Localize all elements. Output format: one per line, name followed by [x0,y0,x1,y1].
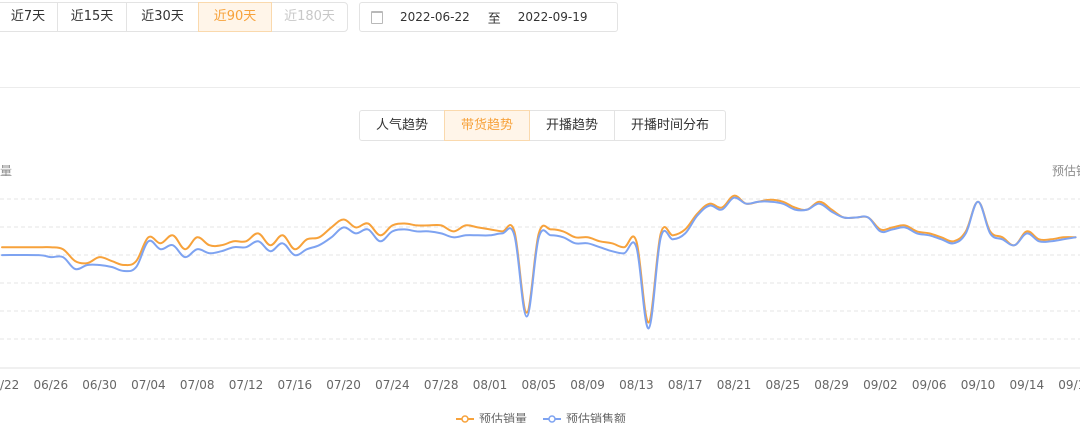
legend-label: 预估销量 [479,412,527,423]
y-axis-right-label: 预估销 [1052,164,1080,178]
x-tick-label: 08/09 [570,378,605,392]
tab-popularity-trend[interactable]: 人气趋势 [359,110,445,141]
x-tick-label: 09/06 [912,378,947,392]
x-tick-label: 08/21 [717,378,752,392]
x-tick-label: 08/13 [619,378,654,392]
x-tick-label: 09/02 [863,378,898,392]
legend-marker-dot [548,415,556,423]
sales-trend-chart: 06/22 06/26 06/30 07/04 07/08 07/12 07/16 07/20… [0,194,1080,423]
chart-grid [0,198,1080,369]
date-separator: 至 [487,11,501,27]
date-range-picker[interactable]: 2022-06-22 至 2022-09-19 [359,2,618,32]
x-tick-label: 07/20 [326,378,361,392]
x-tick-label: 06/26 [34,378,69,392]
range-15-days-button[interactable]: 近15天 [57,2,127,32]
x-tick-label: 07/16 [278,378,313,392]
x-tick-label: 08/01 [473,378,508,392]
x-tick-label: 07/28 [424,378,459,392]
x-tick-label: 09/14 [1010,378,1045,392]
x-tick-label: 07/08 [180,378,215,392]
trend-tabs: 人气趋势 带货趋势 开播趋势 开播时间分布 [359,110,726,141]
x-tick-label: 08/17 [668,378,703,392]
x-tick-label: 08/29 [814,378,849,392]
x-tick-label: 06/22 [0,378,19,392]
legend-item-estimated-revenue[interactable]: 预估销售额 [543,411,626,423]
x-tick-label: 07/24 [375,378,410,392]
x-tick-label: 08/05 [522,378,557,392]
x-tick-label: 09/18 [1058,378,1080,392]
calendar-icon [371,10,383,24]
date-start[interactable]: 2022-06-22 [400,10,470,24]
x-axis-ticks: 06/22 06/26 06/30 07/04 07/08 07/12 07/16 07/20… [0,378,1080,392]
tab-live-time-distribution[interactable]: 开播时间分布 [614,110,726,141]
date-end[interactable]: 2022-09-19 [518,10,588,24]
streamer-data-page: 06/22 06/26 06/30 07/04 07/08 07/12 07/16 07/20… [0,0,1080,423]
range-90-days-button[interactable]: 近90天 [198,2,272,32]
legend-label: 预估销售额 [566,411,626,423]
x-tick-label: 08/25 [766,378,801,392]
y-axis-left-label: 销量 [0,164,13,178]
tab-live-trend[interactable]: 开播趋势 [529,110,615,141]
range-180-days-button[interactable]: 近180天 [271,2,348,32]
tab-sales-trend[interactable]: 带货趋势 [444,110,530,141]
range-7-days-button[interactable]: 近7天 [0,2,58,32]
series-line-estimated-revenue [1,196,1077,330]
chart-legend: 预估销量 预估销售额 [456,411,626,423]
date-range-quick-select: 近7天 近15天 近30天 近90天 近180天 [0,2,348,32]
series-line-estimated-volume [1,194,1077,324]
x-tick-label: 09/10 [961,378,996,392]
x-tick-label: 07/12 [229,378,264,392]
section-divider [0,87,1080,88]
chart-series [1,194,1077,330]
x-tick-label: 06/30 [82,378,117,392]
legend-item-estimated-volume[interactable]: 预估销量 [456,412,527,423]
legend-marker-dot [461,415,469,423]
x-tick-label: 07/04 [131,378,166,392]
range-30-days-button[interactable]: 近30天 [126,2,199,32]
